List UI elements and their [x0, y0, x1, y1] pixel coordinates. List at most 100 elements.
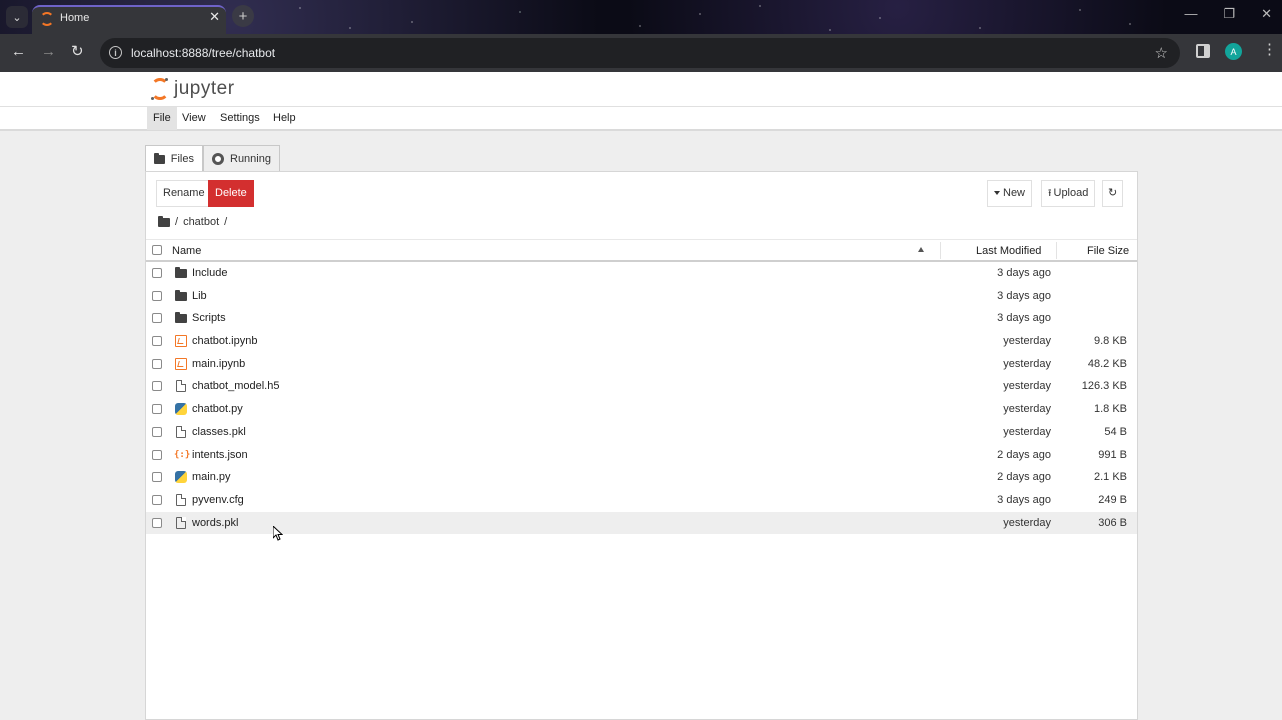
- file-browser-panel: Rename Delete New ⭱ Upload ↻ / chatbot / …: [145, 171, 1138, 720]
- list-item[interactable]: Scripts 3 days ago: [146, 307, 1137, 330]
- file-name[interactable]: main.py: [192, 471, 231, 483]
- upload-button[interactable]: ⭱ Upload: [1041, 180, 1096, 207]
- file-modified: yesterday: [1003, 403, 1051, 416]
- maximize-icon[interactable]: ❐: [1223, 6, 1235, 22]
- browser-tab-home[interactable]: Home ✕: [32, 5, 226, 34]
- column-last-modified[interactable]: Last Modified: [976, 245, 1041, 257]
- new-tab-button[interactable]: +: [232, 5, 254, 27]
- file-name[interactable]: Lib: [192, 290, 207, 302]
- notebook-icon: [175, 357, 187, 370]
- upload-icon: ⭱: [1048, 188, 1052, 199]
- breadcrumb: / chatbot /: [158, 215, 227, 228]
- row-checkbox[interactable]: [152, 517, 162, 528]
- file-modified: yesterday: [1003, 335, 1051, 348]
- caret-down-icon: [994, 191, 1000, 196]
- url-text[interactable]: localhost:8888/tree/chatbot: [131, 46, 275, 60]
- row-checkbox[interactable]: [152, 449, 162, 460]
- row-checkbox[interactable]: [152, 290, 162, 301]
- column-name[interactable]: Name: [172, 245, 201, 257]
- menu-settings[interactable]: Settings: [214, 107, 266, 130]
- list-item[interactable]: main.ipynb yesterday 48.2 KB: [146, 353, 1137, 376]
- list-item[interactable]: {:} intents.json 2 days ago 991 B: [146, 444, 1137, 467]
- sort-ascending-icon[interactable]: [918, 247, 924, 252]
- file-name[interactable]: chatbot_model.h5: [192, 380, 279, 392]
- bookmark-star-icon[interactable]: ☆: [1155, 44, 1168, 62]
- window-close-icon[interactable]: ✕: [1261, 6, 1272, 22]
- upload-button-label: Upload: [1053, 187, 1089, 199]
- site-info-icon[interactable]: i: [109, 46, 122, 59]
- rename-button[interactable]: Rename: [156, 180, 212, 207]
- forward-icon[interactable]: →: [41, 43, 56, 61]
- refresh-button[interactable]: ↻: [1102, 180, 1124, 207]
- file-name[interactable]: chatbot.ipynb: [192, 335, 257, 347]
- refresh-icon: ↻: [1108, 187, 1118, 199]
- window-controls: — ❐ ✕: [1184, 6, 1272, 22]
- jupyter-logo-text: jupyter: [174, 78, 235, 99]
- menu-file[interactable]: File: [147, 107, 177, 130]
- column-file-size[interactable]: File Size: [1087, 245, 1129, 257]
- list-item[interactable]: Include 3 days ago: [146, 262, 1137, 285]
- notebook-icon: [175, 335, 187, 348]
- list-item[interactable]: words.pkl yesterday 306 B: [146, 511, 1137, 535]
- file-name[interactable]: classes.pkl: [192, 426, 246, 438]
- file-name[interactable]: pyvenv.cfg: [192, 494, 244, 506]
- row-checkbox[interactable]: [152, 472, 162, 483]
- row-checkbox[interactable]: [152, 381, 162, 392]
- tab-search-button[interactable]: ⌄: [6, 6, 28, 28]
- row-checkbox[interactable]: [152, 404, 162, 415]
- breadcrumb-chatbot[interactable]: chatbot: [183, 216, 219, 228]
- list-item[interactable]: chatbot.py yesterday 1.8 KB: [146, 398, 1137, 421]
- list-item[interactable]: main.py 2 days ago 2.1 KB: [146, 466, 1137, 489]
- menu-help[interactable]: Help: [267, 107, 302, 130]
- profile-avatar[interactable]: A: [1225, 43, 1242, 60]
- reload-icon[interactable]: ↻: [71, 43, 84, 61]
- file-name[interactable]: Include: [192, 267, 227, 279]
- file-size: 9.8 KB: [1093, 335, 1127, 348]
- menu-bar: File View Settings Help: [0, 107, 1282, 131]
- minimize-icon[interactable]: —: [1184, 6, 1197, 22]
- file-name[interactable]: chatbot.py: [192, 403, 243, 415]
- running-icon: [212, 152, 224, 165]
- row-checkbox[interactable]: [152, 426, 162, 437]
- menu-view[interactable]: View: [176, 107, 212, 130]
- address-bar[interactable]: i localhost:8888/tree/chatbot ☆: [100, 38, 1180, 68]
- file-modified: 2 days ago: [997, 448, 1051, 461]
- file-name[interactable]: words.pkl: [192, 517, 238, 529]
- new-button[interactable]: New: [987, 180, 1033, 207]
- file-modified: 2 days ago: [997, 471, 1051, 484]
- tab-files[interactable]: Files: [145, 145, 203, 173]
- list-item[interactable]: chatbot_model.h5 yesterday 126.3 KB: [146, 375, 1137, 398]
- file-name[interactable]: main.ipynb: [192, 358, 245, 370]
- file-name[interactable]: intents.json: [192, 449, 248, 461]
- column-divider: [1056, 242, 1057, 259]
- select-all-checkbox[interactable]: [152, 245, 162, 255]
- file-list: Include 3 days ago Lib 3 days ago Script…: [146, 262, 1137, 535]
- file-size: 126.3 KB: [1081, 380, 1127, 393]
- delete-button[interactable]: Delete: [208, 180, 254, 207]
- file-modified: 3 days ago: [997, 289, 1051, 302]
- row-checkbox[interactable]: [152, 336, 162, 347]
- list-item[interactable]: chatbot.ipynb yesterday 9.8 KB: [146, 330, 1137, 353]
- list-item[interactable]: Lib 3 days ago: [146, 285, 1137, 308]
- row-checkbox[interactable]: [152, 268, 162, 278]
- folder-icon: [175, 267, 187, 278]
- file-modified: 3 days ago: [997, 312, 1051, 325]
- row-checkbox[interactable]: [152, 358, 162, 369]
- side-panel-icon[interactable]: [1196, 44, 1210, 58]
- jupyter-logo[interactable]: jupyter: [150, 78, 235, 100]
- row-checkbox[interactable]: [152, 313, 162, 324]
- folder-icon[interactable]: [158, 215, 170, 227]
- file-size: 48.2 KB: [1087, 357, 1127, 370]
- file-icon: [176, 493, 186, 506]
- tab-running-label: Running: [230, 152, 271, 165]
- list-item[interactable]: pyvenv.cfg 3 days ago 249 B: [146, 489, 1137, 512]
- close-tab-icon[interactable]: ✕: [209, 9, 220, 25]
- file-name[interactable]: Scripts: [192, 312, 226, 324]
- row-checkbox[interactable]: [152, 494, 162, 505]
- tab-running[interactable]: Running: [203, 145, 280, 172]
- file-icon: [176, 516, 186, 529]
- list-item[interactable]: classes.pkl yesterday 54 B: [146, 421, 1137, 444]
- browser-menu-icon[interactable]: ⋮: [1262, 42, 1277, 58]
- breadcrumb-root[interactable]: /: [175, 216, 178, 228]
- back-icon[interactable]: ←: [11, 43, 26, 61]
